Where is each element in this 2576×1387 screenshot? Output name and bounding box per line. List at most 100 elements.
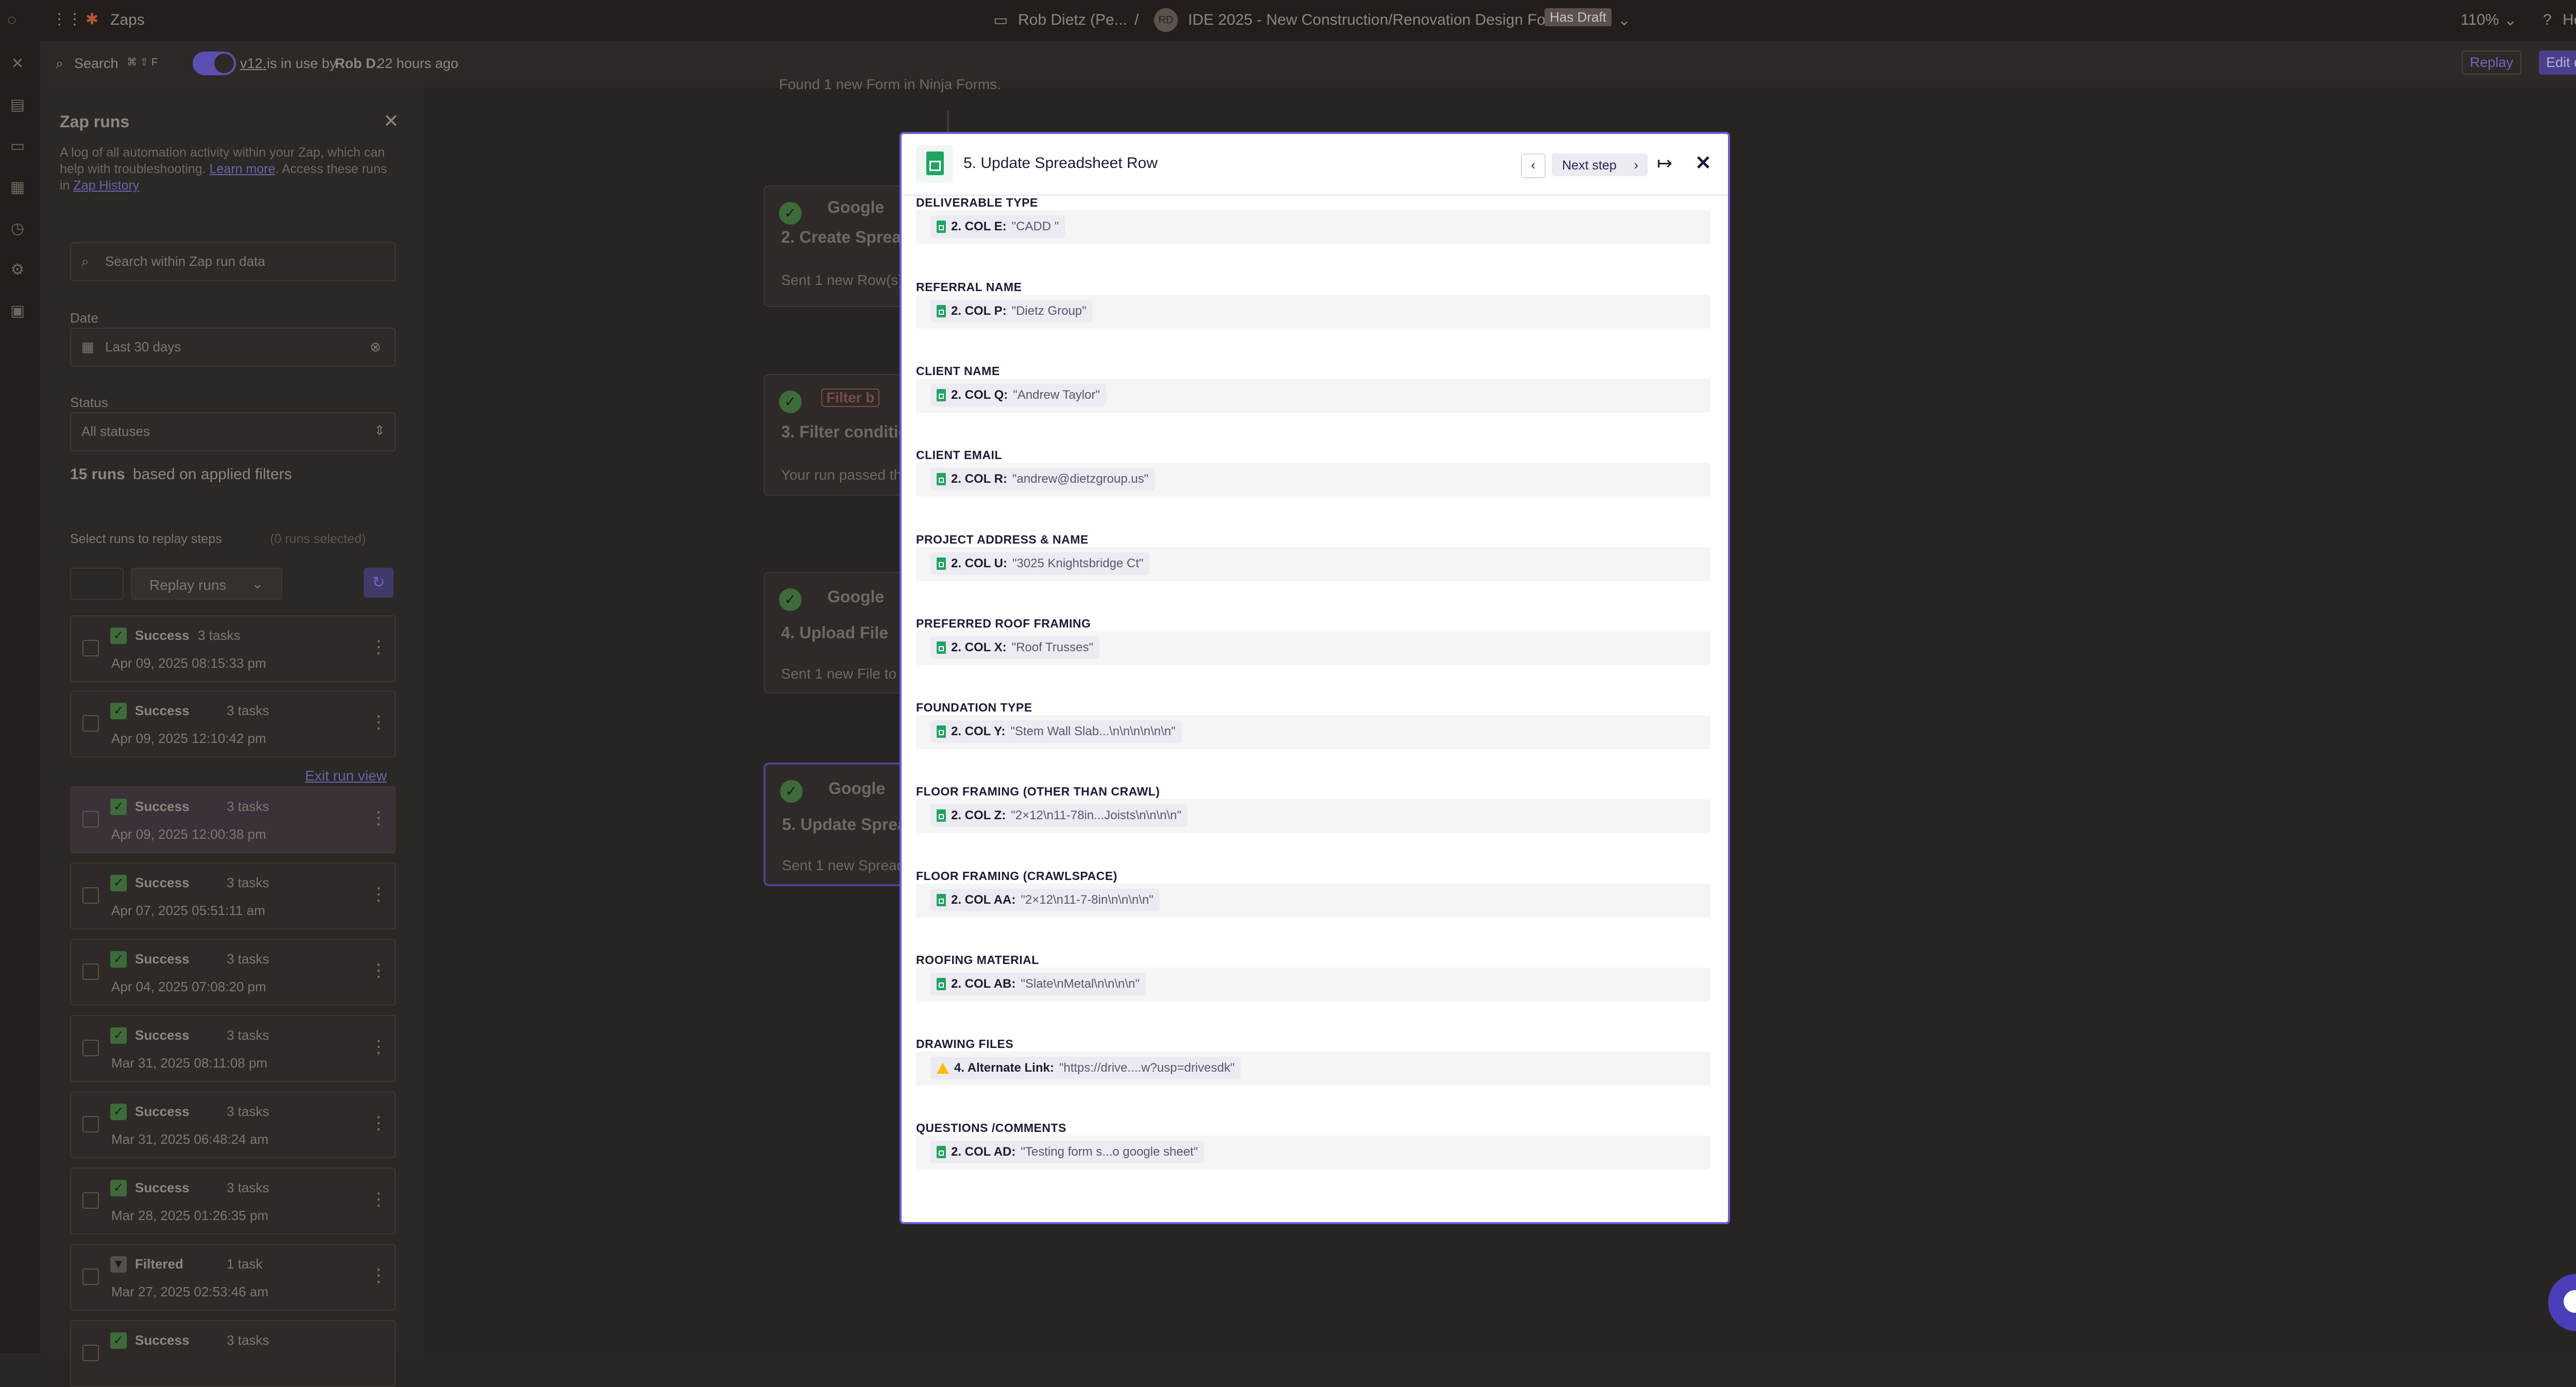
- app-grid-icon[interactable]: ⋮⋮: [52, 10, 82, 28]
- run-status: Success: [135, 1332, 190, 1348]
- run-item[interactable]: ✓ Success 3 tasks Mar 28, 2025 01:26:35 …: [70, 1168, 396, 1234]
- field-value[interactable]: 2. COL P: "Dietz Group": [916, 295, 1710, 329]
- google-sheets-icon: [916, 145, 953, 182]
- field-value[interactable]: 2. COL Z: "2×12\n11-78in...Joists\n\n\n\n…: [916, 799, 1710, 833]
- field-value-text: "Stem Wall Slab...\n\n\n\n\n\n": [1010, 724, 1176, 738]
- field-value-text: "andrew@dietzgroup.us": [1012, 472, 1149, 486]
- field-value[interactable]: 2. COL Y: "Stem Wall Slab...\n\n\n\n\n\n": [916, 715, 1710, 749]
- search-button[interactable]: Search: [74, 56, 118, 72]
- field-value[interactable]: 2. COL R: "andrew@dietzgroup.us": [916, 463, 1710, 497]
- run-checkbox[interactable]: [82, 1116, 99, 1132]
- zoom-select[interactable]: 110%: [2461, 11, 2499, 29]
- help-menu[interactable]: Help: [2563, 11, 2576, 29]
- field-value[interactable]: 2. COL AD: "Testing form s...o google she…: [916, 1136, 1710, 1170]
- run-checkbox[interactable]: [82, 887, 99, 904]
- field-label: DRAWING FILES: [916, 1037, 1014, 1051]
- run-date: Apr 09, 2025 12:00:38 pm: [111, 826, 266, 842]
- field-value[interactable]: 2. COL U: "3025 Knightsbridge Ct": [916, 547, 1710, 581]
- field-value-text: "CADD ": [1011, 219, 1059, 233]
- run-item[interactable]: ✓ Success 3 tasks Apr 04, 2025 07:08:20 …: [70, 939, 396, 1006]
- replay-runs-button[interactable]: Replay runs ⌄: [131, 568, 282, 600]
- comment-icon[interactable]: ▭: [7, 137, 28, 158]
- field-source: 2. COL X:: [951, 640, 1007, 654]
- run-item[interactable]: ✓ Success 3 tasks Mar 31, 2025 08:11:08 …: [70, 1015, 396, 1082]
- more-vertical-icon[interactable]: ⋮: [370, 1113, 387, 1134]
- more-vertical-icon[interactable]: ⋮: [370, 1189, 387, 1210]
- field-value[interactable]: 2. COL Q: "Andrew Taylor": [916, 379, 1710, 413]
- learn-more-link[interactable]: Learn more: [209, 162, 275, 176]
- run-item[interactable]: ✓ Success 3 tasks: [70, 1320, 396, 1387]
- field-value[interactable]: 2. COL AA: "2×12\n11-7-8in\n\n\n\n": [916, 884, 1710, 918]
- run-checkbox[interactable]: [82, 963, 99, 980]
- replay-button[interactable]: Replay: [2462, 50, 2522, 75]
- chevron-down-icon[interactable]: ⌄: [1618, 11, 1631, 29]
- zaps-icon[interactable]: ✕: [7, 55, 28, 75]
- run-checkbox[interactable]: [82, 715, 99, 732]
- breadcrumb-separator: /: [1134, 11, 1139, 28]
- app-name[interactable]: Zaps: [110, 11, 145, 29]
- field-value[interactable]: 4. Alternate Link: "https://drive....w?us…: [916, 1052, 1710, 1086]
- edit-draft-button[interactable]: Edit draft: [2539, 50, 2576, 75]
- run-item[interactable]: ▼ Filtered 1 task Mar 27, 2025 02:53:46 …: [70, 1244, 396, 1311]
- toggle-knob: [214, 54, 234, 73]
- more-vertical-icon[interactable]: ⋮: [370, 637, 387, 657]
- date-select[interactable]: ▦ Last 30 days ⊗: [70, 328, 396, 367]
- date-label: Date: [70, 310, 98, 326]
- more-vertical-icon[interactable]: ⋮: [370, 808, 387, 828]
- run-tasks: 3 tasks: [227, 703, 269, 718]
- run-checkbox[interactable]: [82, 1192, 99, 1209]
- run-status: Success: [135, 1180, 190, 1195]
- run-item[interactable]: ✓ Success 3 tasks Mar 31, 2025 06:48:24 …: [70, 1091, 396, 1158]
- run-checkbox[interactable]: [82, 1268, 99, 1285]
- value-pill: 2. COL X: "Roof Trusses": [930, 636, 1100, 659]
- refresh-icon[interactable]: ↻: [364, 568, 394, 598]
- run-checkbox[interactable]: [82, 811, 99, 827]
- zap-title[interactable]: IDE 2025 - New Construction/Renovation D…: [1188, 11, 1564, 29]
- more-vertical-icon[interactable]: ⋮: [370, 1265, 387, 1286]
- select-runs-label: Select runs to replay steps: [70, 532, 222, 546]
- expand-icon[interactable]: ↦: [1657, 153, 1672, 174]
- version-link[interactable]: v12.: [240, 56, 266, 72]
- close-icon[interactable]: ✕: [383, 110, 399, 132]
- run-checkbox[interactable]: [82, 640, 99, 656]
- select-all-checkbox[interactable]: [70, 568, 124, 600]
- exit-run-view-link[interactable]: Exit run view: [305, 768, 387, 784]
- field-label: FOUNDATION TYPE: [916, 701, 1032, 714]
- close-icon[interactable]: ✕: [1695, 151, 1711, 175]
- field-label: CLIENT EMAIL: [916, 448, 1002, 462]
- settings-icon[interactable]: ⚙: [7, 261, 28, 281]
- run-date: Mar 28, 2025 01:26:35 pm: [111, 1208, 268, 1223]
- calendar-icon[interactable]: ▦: [7, 178, 28, 199]
- run-checkbox[interactable]: [82, 1040, 99, 1056]
- field-value[interactable]: 2. COL X: "Roof Trusses": [916, 631, 1710, 665]
- run-item-selected[interactable]: ✓ Success 3 tasks Apr 09, 2025 12:00:38 …: [70, 786, 396, 853]
- field-value[interactable]: 2. COL E: "CADD ": [916, 210, 1710, 244]
- logo-icon[interactable]: ◌: [7, 11, 16, 29]
- run-tasks: 3 tasks: [227, 951, 269, 967]
- more-vertical-icon[interactable]: ⋮: [370, 884, 387, 905]
- archive-icon[interactable]: ▣: [7, 302, 28, 323]
- run-item[interactable]: ✓ Success 3 tasks Apr 09, 2025 08:15:33 …: [70, 615, 396, 682]
- more-vertical-icon[interactable]: ⋮: [370, 1037, 387, 1057]
- search-placeholder: Search within Zap run data: [105, 253, 265, 269]
- run-checkbox[interactable]: [82, 1345, 99, 1361]
- field-source: 2. COL AB:: [951, 977, 1016, 991]
- field-value[interactable]: 2. COL AB: "Slate\nMetal\n\n\n\n": [916, 968, 1710, 1002]
- folder-link[interactable]: Rob Dietz (Pe...: [1018, 11, 1127, 29]
- chevron-down-icon[interactable]: ⌄: [2504, 11, 2517, 29]
- search-input[interactable]: ⌕ Search within Zap run data: [70, 242, 396, 281]
- avatar: RD: [1154, 8, 1178, 32]
- clear-icon[interactable]: ⊗: [370, 339, 381, 355]
- run-item[interactable]: ✓ Success 3 tasks Apr 09, 2025 12:10:42 …: [70, 690, 396, 757]
- more-vertical-icon[interactable]: ⋮: [370, 960, 387, 981]
- zap-history-link[interactable]: Zap History: [73, 178, 139, 193]
- step-detail-modal: 5. Update Spreadsheet Row ‹ Next step › …: [900, 132, 1730, 1224]
- next-step-button[interactable]: Next step ›: [1552, 154, 1648, 176]
- file-icon[interactable]: ▤: [7, 96, 28, 116]
- previous-step-button[interactable]: ‹: [1521, 154, 1546, 178]
- run-item[interactable]: ✓ Success 3 tasks Apr 07, 2025 05:51:11 …: [70, 862, 396, 929]
- more-vertical-icon[interactable]: ⋮: [370, 712, 387, 733]
- status-select[interactable]: All statuses ⇕: [70, 412, 396, 451]
- filter-icon: ▼: [110, 1256, 127, 1273]
- history-icon[interactable]: ◷: [7, 219, 28, 240]
